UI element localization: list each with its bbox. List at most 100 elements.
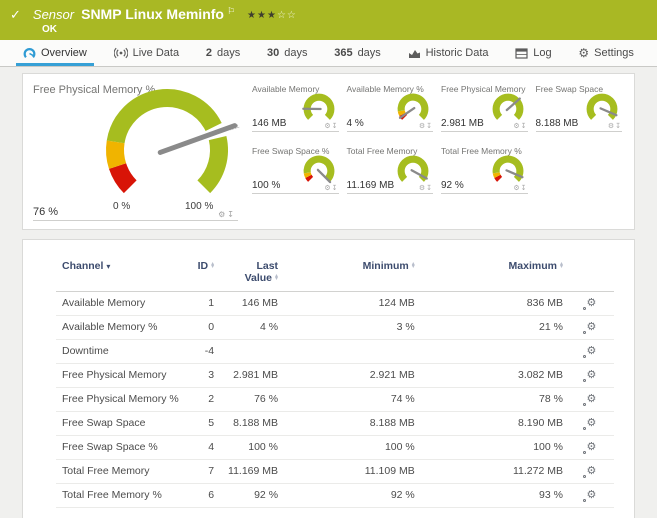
sort-icon[interactable]: ▴ ▾ xyxy=(560,261,563,270)
gear-dot xyxy=(582,307,586,310)
tab-settings[interactable]: ⚙ Settings xyxy=(571,40,641,66)
channel-settings-icon[interactable]: ⚙ xyxy=(582,490,596,502)
status-check-icon: ✓ xyxy=(10,7,21,22)
tab-label: Log xyxy=(533,47,552,59)
mini-panel-total-free-memory-pct: Total Free Memory % 92 % ⚙↧ xyxy=(441,146,528,194)
cell-minimum xyxy=(284,339,421,364)
download-icon[interactable]: ↧ xyxy=(332,185,339,192)
column-header-last-value[interactable]: Last Value ▴ ▾ xyxy=(220,257,285,292)
column-header-channel[interactable]: Channel ▾ xyxy=(56,257,185,292)
tab-log[interactable]: Log xyxy=(508,40,558,66)
gear-icon[interactable]: ⚙ xyxy=(513,123,520,130)
cell-id: 2 xyxy=(184,387,221,412)
channel-settings-icon[interactable]: ⚙ xyxy=(582,442,596,454)
channel-settings-icon[interactable]: ⚙ xyxy=(582,418,596,430)
status-badge: OK xyxy=(42,24,57,35)
priority-stars[interactable]: ★★★☆☆ xyxy=(247,10,297,21)
channel-settings-icon[interactable]: ⚙ xyxy=(582,466,596,478)
cell-id: 6 xyxy=(184,483,221,508)
gear-icon[interactable]: ⚙ xyxy=(513,185,520,192)
gear-icon[interactable]: ⚙ xyxy=(324,185,331,192)
sensor-title: SNMP Linux Meminfo xyxy=(81,6,224,22)
cell-id: 3 xyxy=(184,363,221,388)
cell-channel: Total Free Memory xyxy=(56,459,185,484)
download-icon[interactable]: ↧ xyxy=(426,123,433,130)
cell-id: 4 xyxy=(184,435,221,460)
cell-channel: Free Physical Memory xyxy=(56,363,185,388)
cell-last-value: 146 MB xyxy=(220,291,285,316)
mini-panel-available-memory-pct: Available Memory % 4 % ⚙↧ xyxy=(346,84,433,132)
channel-settings-icon[interactable]: ⚙ xyxy=(582,298,596,310)
object-kind-label: Sensor xyxy=(32,7,75,22)
download-icon[interactable]: ↧ xyxy=(227,210,236,219)
cell-channel: Free Swap Space % xyxy=(56,435,185,460)
tab-2-days[interactable]: 2 days xyxy=(199,40,247,66)
download-icon[interactable]: ↧ xyxy=(521,185,528,192)
mini-gauge-value: 8.188 MB xyxy=(535,118,579,129)
cell-actions: ⚙ xyxy=(568,411,614,436)
cell-maximum: 93 % xyxy=(420,483,569,508)
gear-dot xyxy=(582,379,586,382)
cell-id: 1 xyxy=(184,291,221,316)
download-icon[interactable]: ↧ xyxy=(615,123,622,130)
panel-icons: ⚙↧ xyxy=(608,122,622,130)
cell-actions: ⚙ xyxy=(568,315,614,340)
panel-icons: ⚙↧ xyxy=(324,122,338,130)
tab-label: Overview xyxy=(41,47,87,59)
gear-dot xyxy=(582,475,586,478)
cell-maximum: 3.082 MB xyxy=(420,363,569,388)
column-header-id[interactable]: ID ▴ ▾ xyxy=(184,257,221,292)
mini-gauge-value: 2.981 MB xyxy=(441,118,484,129)
cell-id: 7 xyxy=(184,459,221,484)
sort-icon[interactable]: ▴ ▾ xyxy=(412,261,415,270)
tab-label: Live Data xyxy=(132,47,180,59)
sorted-desc-icon: ▾ xyxy=(106,262,111,271)
channel-settings-icon[interactable]: ⚙ xyxy=(582,394,596,406)
channel-table-body: Available Memory 1 146 MB 124 MB 836 MB ⚙ Avai… xyxy=(56,291,614,508)
cell-last-value: 76 % xyxy=(220,387,285,412)
channel-settings-icon[interactable]: ⚙ xyxy=(582,346,596,358)
channel-settings-icon[interactable]: ⚙ xyxy=(582,322,596,334)
tab-historic-data[interactable]: Historic Data xyxy=(401,40,496,66)
column-header-maximum[interactable]: Maximum ▴ ▾ xyxy=(420,257,569,292)
cell-maximum: 21 % xyxy=(420,315,569,340)
table-header-row: Channel ▾ ID ▴ ▾ Last Value ▴ ▾ Minimum ▴ ▾ Max… xyxy=(56,257,614,292)
gear-icon[interactable]: ⚙ xyxy=(324,123,331,130)
mini-panel-free-physical-memory: Free Physical Memory 2.981 MB ⚙↧ xyxy=(441,84,528,132)
tab-overview[interactable]: Overview xyxy=(16,40,94,66)
column-header-minimum[interactable]: Minimum ▴ ▾ xyxy=(284,257,421,292)
cell-channel: Free Physical Memory % xyxy=(56,387,185,412)
tab-label: days xyxy=(284,47,308,59)
tab-live-data[interactable]: Live Data xyxy=(107,40,186,66)
tab-label: days xyxy=(357,47,381,59)
sort-icon[interactable]: ▴ ▾ xyxy=(275,273,278,282)
tab-365-days[interactable]: 365 days xyxy=(327,40,388,66)
cell-last-value: 4 % xyxy=(220,315,285,340)
table-row: Free Physical Memory % 2 76 % 74 % 78 % ⚙ xyxy=(56,387,614,412)
table-row: Free Swap Space % 4 100 % 100 % 100 % ⚙ xyxy=(56,435,614,460)
download-icon[interactable]: ↧ xyxy=(332,123,339,130)
sort-icon[interactable]: ▴ ▾ xyxy=(211,261,214,270)
gear-icon[interactable]: ⚙ xyxy=(218,210,227,219)
table-row: Total Free Memory % 6 92 % 92 % 93 % ⚙ xyxy=(56,483,614,508)
download-icon[interactable]: ↧ xyxy=(426,185,433,192)
cell-last-value xyxy=(220,339,285,364)
mini-gauge-value: 4 % xyxy=(346,118,364,129)
star-empty-icons: ☆☆ xyxy=(276,10,297,21)
mini-gauge-value: 146 MB xyxy=(252,118,287,129)
cell-channel: Available Memory % xyxy=(56,315,185,340)
log-icon xyxy=(515,47,528,59)
table-row: Available Memory 1 146 MB 124 MB 836 MB ⚙ xyxy=(56,291,614,316)
download-icon[interactable]: ↧ xyxy=(521,123,528,130)
table-row: Available Memory % 0 4 % 3 % 21 % ⚙ xyxy=(56,315,614,340)
cell-minimum: 8.188 MB xyxy=(284,411,421,436)
cell-actions: ⚙ xyxy=(568,435,614,460)
table-row: Free Swap Space 5 8.188 MB 8.188 MB 8.190 MB… xyxy=(56,411,614,436)
cell-maximum: 11.272 MB xyxy=(420,459,569,484)
channel-settings-icon[interactable]: ⚙ xyxy=(582,370,596,382)
cell-maximum: 100 % xyxy=(420,435,569,460)
tab-30-days[interactable]: 30 days xyxy=(260,40,315,66)
sensor-overview-content: Free Physical Memory % 76 % 0 % 100 % 76… xyxy=(0,67,657,518)
cell-last-value: 2.981 MB xyxy=(220,363,285,388)
flag-icon[interactable]: ⚐ xyxy=(227,6,235,17)
